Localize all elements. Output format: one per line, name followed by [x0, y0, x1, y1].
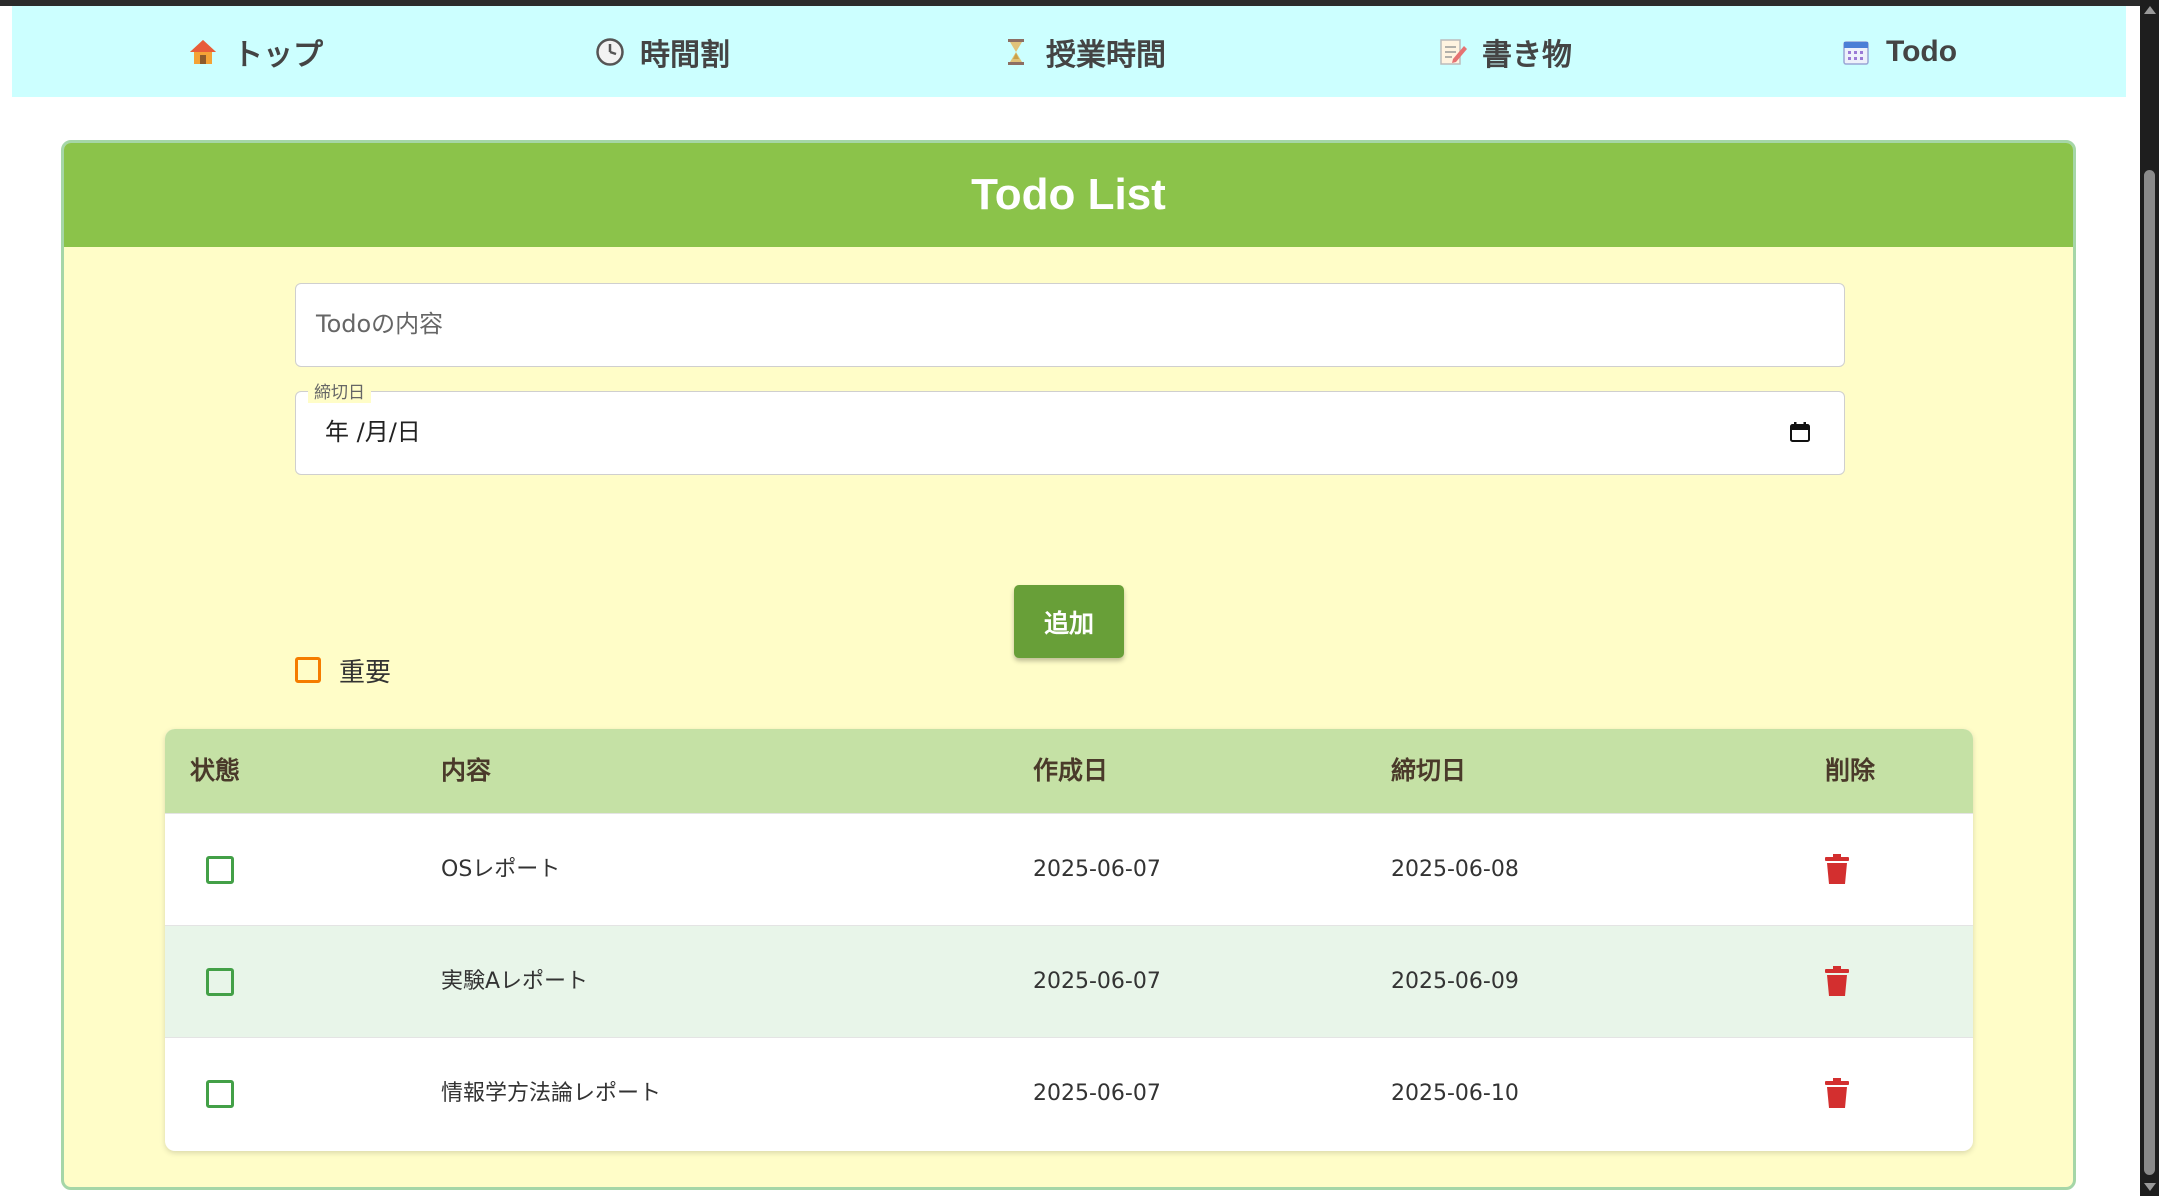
- header-deadline: 締切日: [1391, 756, 1467, 785]
- todo-content-input[interactable]: Todoの内容: [295, 283, 1845, 367]
- calendar-icon: [1840, 36, 1872, 68]
- clock-icon: [594, 36, 626, 68]
- nav-item-label: トップ: [233, 37, 323, 73]
- nav-item-top[interactable]: トップ: [187, 6, 323, 97]
- todo-table: 状態 内容 作成日 締切日 削除 OSレポート 2025-06-07 2025-…: [165, 729, 1973, 1151]
- vertical-scrollbar[interactable]: [2140, 0, 2159, 1196]
- row-deadline-date: 2025-06-08: [1391, 857, 1519, 882]
- calendar-picker-icon[interactable]: [1790, 422, 1810, 442]
- row-content: 情報学方法論レポート: [441, 1081, 662, 1106]
- status-checkbox[interactable]: [206, 1080, 234, 1108]
- status-checkbox[interactable]: [206, 968, 234, 996]
- todo-content-placeholder: Todoの内容: [316, 310, 444, 338]
- todo-card: Todo List Todoの内容 締切日 年 /月/日 重要 追加 状態 内容…: [61, 140, 2076, 1190]
- trash-icon[interactable]: [1825, 1078, 1849, 1108]
- table-header: 状態 内容 作成日 締切日 削除: [165, 729, 1973, 813]
- scroll-down-arrow-icon[interactable]: [2144, 1183, 2156, 1191]
- nav-item-label: Todo: [1886, 34, 1958, 68]
- row-deadline-date: 2025-06-09: [1391, 969, 1519, 994]
- nav-item-writing[interactable]: 書き物: [1436, 6, 1572, 97]
- deadline-date-input[interactable]: 締切日 年 /月/日: [295, 378, 1845, 475]
- nav-item-label: 時間割: [640, 37, 730, 73]
- nav-item-class-hours[interactable]: 授業時間: [1000, 6, 1166, 97]
- trash-icon[interactable]: [1825, 854, 1849, 884]
- scrollbar-thumb[interactable]: [2144, 170, 2155, 1175]
- important-label: 重要: [339, 657, 392, 688]
- card-header: Todo List: [64, 143, 2073, 247]
- top-navigation: トップ 時間割 授業時間 書き物 Todo: [12, 6, 2126, 97]
- nav-item-timetable[interactable]: 時間割: [594, 6, 730, 97]
- page-title: Todo List: [971, 170, 1166, 219]
- header-status: 状態: [190, 756, 241, 785]
- table-row: 情報学方法論レポート 2025-06-07 2025-06-10: [165, 1037, 1973, 1149]
- row-content: OSレポート: [441, 857, 561, 882]
- important-checkbox-row[interactable]: 重要: [295, 655, 391, 688]
- header-content: 内容: [441, 756, 492, 785]
- row-created-date: 2025-06-07: [1033, 857, 1161, 882]
- important-checkbox[interactable]: [295, 657, 321, 683]
- table-row: 実験Aレポート 2025-06-07 2025-06-09: [165, 925, 1973, 1037]
- hourglass-icon: [1000, 36, 1032, 68]
- nav-item-label: 書き物: [1482, 37, 1572, 73]
- header-delete: 削除: [1825, 756, 1876, 785]
- header-created: 作成日: [1033, 756, 1109, 785]
- row-deadline-date: 2025-06-10: [1391, 1081, 1519, 1106]
- row-created-date: 2025-06-07: [1033, 969, 1161, 994]
- deadline-date-value: 年 /月/日: [325, 418, 421, 446]
- memo-icon: [1436, 36, 1468, 68]
- status-checkbox[interactable]: [206, 856, 234, 884]
- nav-item-todo[interactable]: Todo: [1840, 6, 1957, 97]
- house-icon: [187, 36, 219, 68]
- scroll-up-arrow-icon[interactable]: [2144, 6, 2156, 14]
- row-created-date: 2025-06-07: [1033, 1081, 1161, 1106]
- add-button[interactable]: 追加: [1014, 585, 1124, 658]
- table-row: OSレポート 2025-06-07 2025-06-08: [165, 813, 1973, 925]
- nav-item-label: 授業時間: [1046, 37, 1166, 73]
- trash-icon[interactable]: [1825, 966, 1849, 996]
- row-content: 実験Aレポート: [441, 969, 589, 994]
